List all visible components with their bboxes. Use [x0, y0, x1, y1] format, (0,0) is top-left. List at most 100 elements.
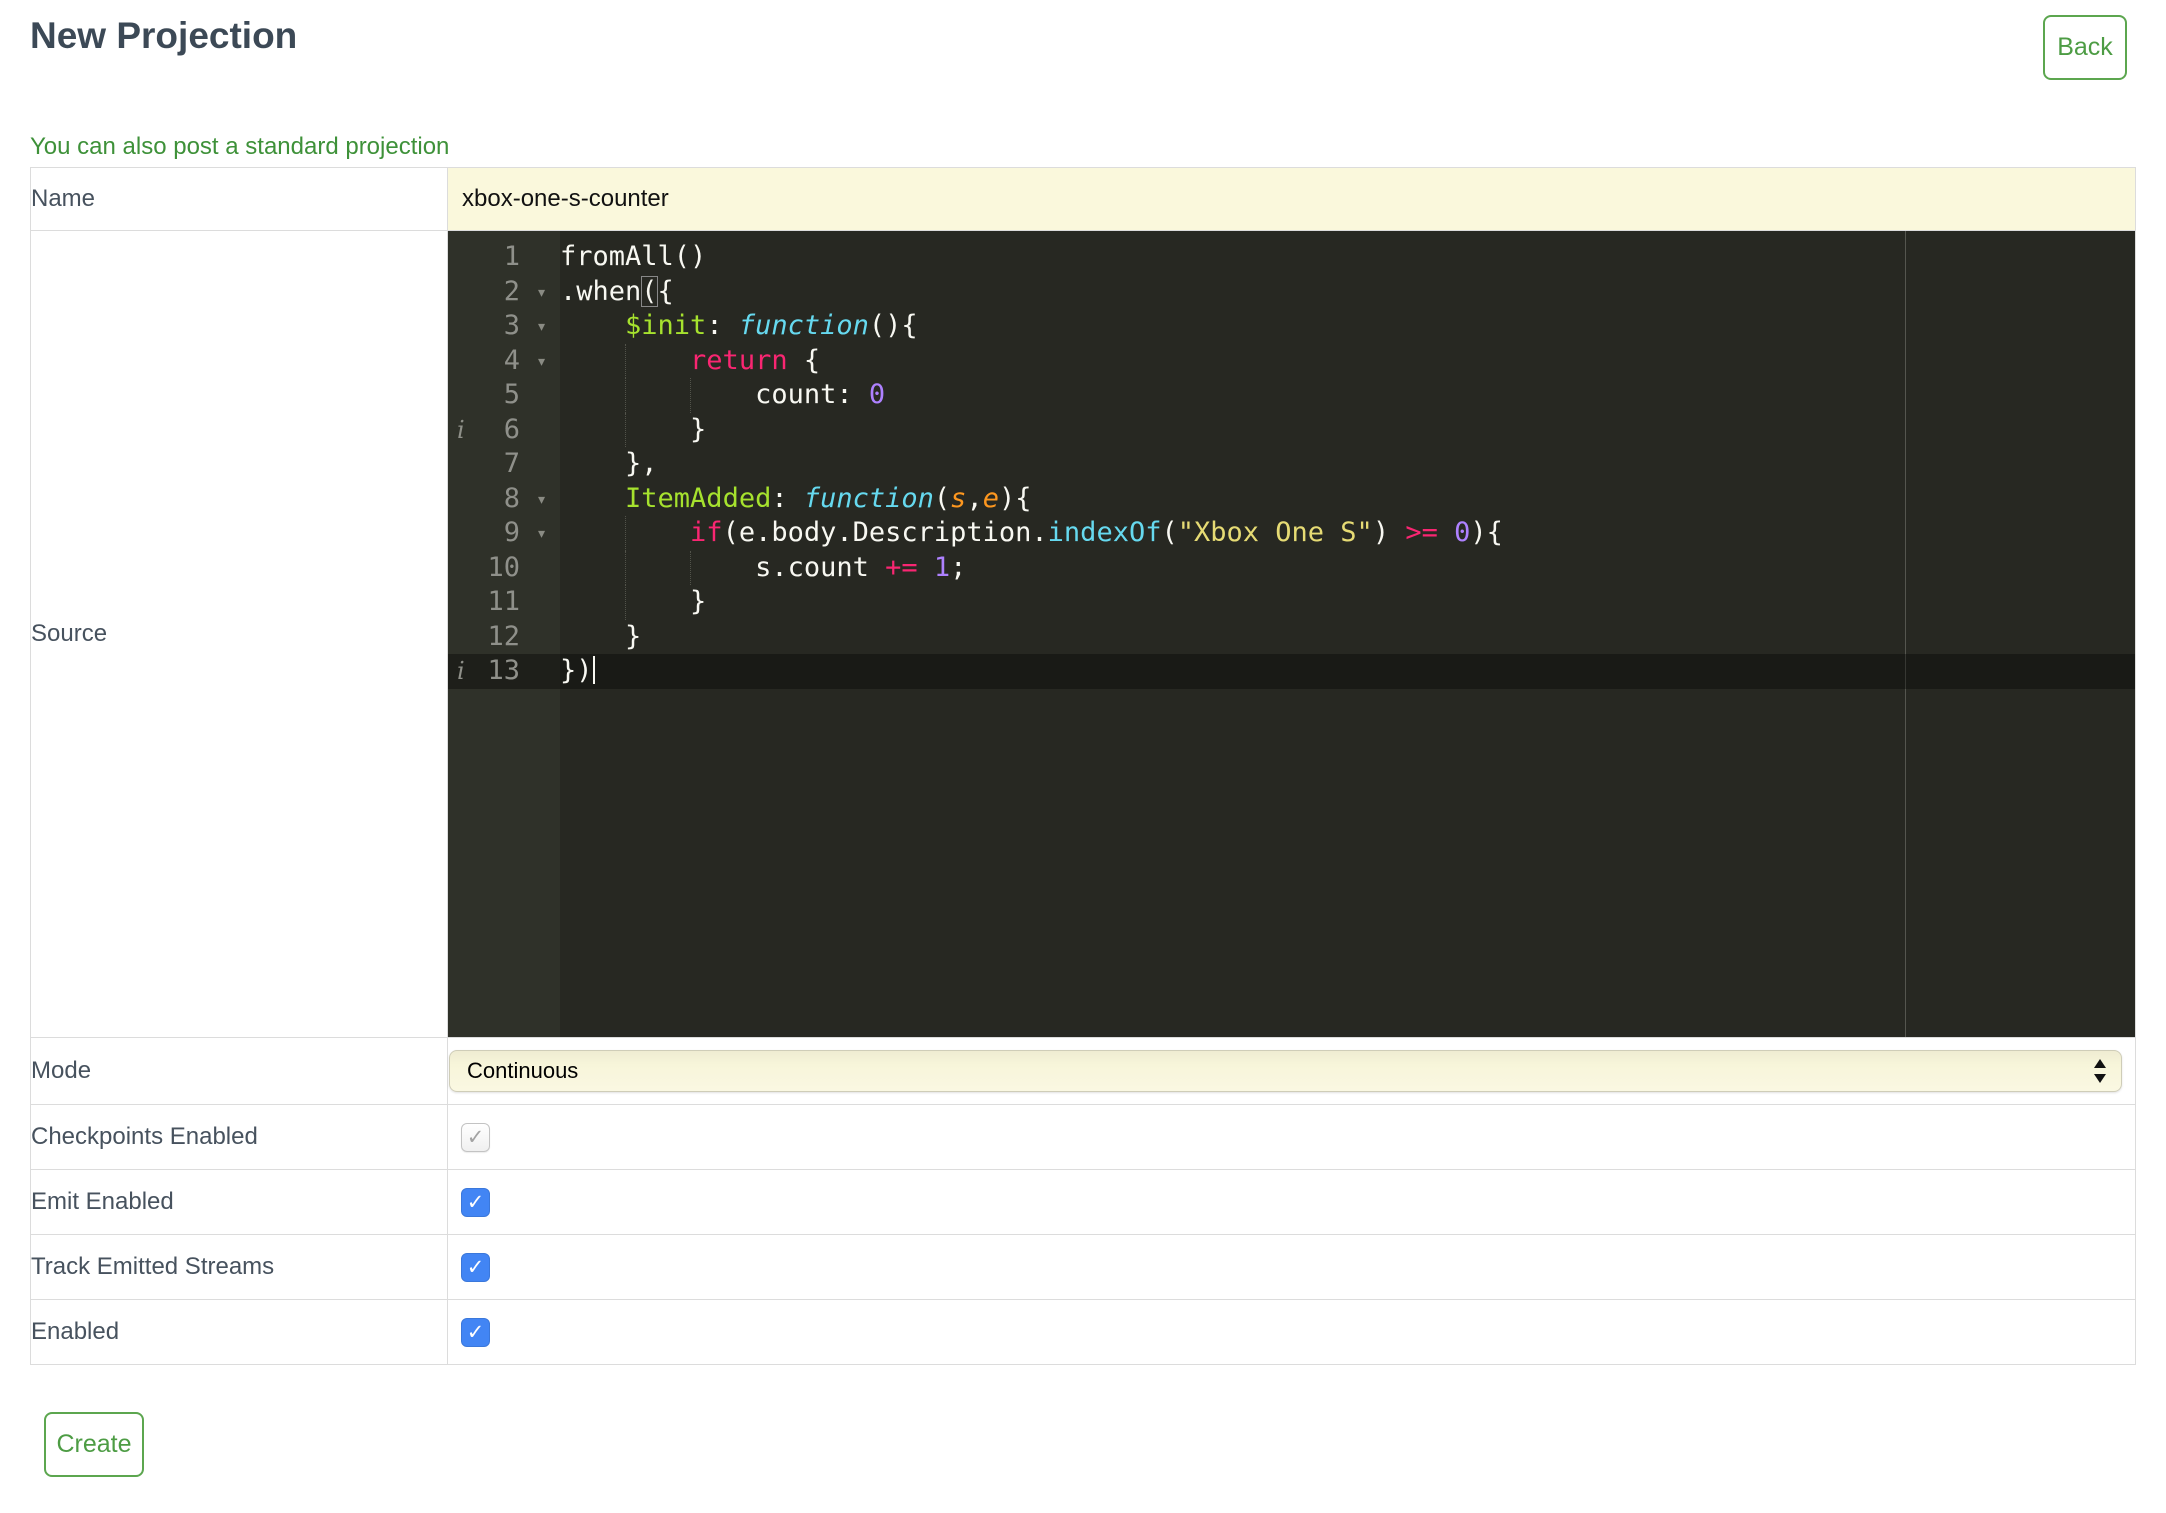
- line-number: 5: [503, 379, 520, 410]
- checkpoints-enabled-label: Checkpoints Enabled: [30, 1104, 448, 1170]
- track-emitted-streams-row: Track Emitted Streams ✓: [30, 1234, 2136, 1300]
- line-number: 1: [503, 241, 520, 272]
- gutter-cell: 5: [448, 378, 560, 413]
- indent-guide: [690, 550, 691, 585]
- editor-code-lines[interactable]: 1 fromAll() 2 ▾ .when({3 ▾ $init: function(){…: [448, 231, 2135, 689]
- fold-arrow-icon[interactable]: ▾: [536, 310, 547, 345]
- indent-guide: [690, 378, 691, 413]
- new-projection-page: New Projection Back You can also post a …: [0, 0, 2166, 1513]
- line-number: 7: [503, 448, 520, 479]
- standard-projection-link[interactable]: You can also post a standard projection: [30, 133, 449, 161]
- emit-enabled-checkbox[interactable]: ✓: [461, 1187, 490, 1217]
- code-line-text: if(e.body.Description.indexOf("Xbox One …: [560, 516, 2135, 551]
- line-number: 11: [487, 586, 520, 617]
- code-line-text: s.count += 1;: [560, 550, 2135, 585]
- fold-arrow-icon[interactable]: ▾: [536, 345, 547, 380]
- indent-guide: [625, 585, 626, 620]
- create-button[interactable]: Create: [44, 1412, 144, 1477]
- editor-line[interactable]: 1 fromAll(): [448, 240, 2135, 275]
- mode-row: Mode Continuous: [30, 1037, 2136, 1105]
- code-line-text: count: 0: [560, 378, 2135, 413]
- indent-guide: [625, 550, 626, 585]
- editor-line[interactable]: 3 ▾ $init: function(){: [448, 309, 2135, 344]
- fold-arrow-icon[interactable]: ▾: [536, 483, 547, 518]
- gutter-cell: 4 ▾: [448, 344, 560, 379]
- source-value-cell: 1 fromAll() 2 ▾ .when({3 ▾ $init: function(){…: [447, 230, 2136, 1038]
- mode-select[interactable]: Continuous: [449, 1050, 2122, 1092]
- enabled-value-cell: ✓: [447, 1299, 2136, 1365]
- checkpoints-enabled-checkbox: ✓: [461, 1122, 490, 1152]
- emit-enabled-label: Emit Enabled: [30, 1169, 448, 1235]
- enabled-label: Enabled: [30, 1299, 448, 1365]
- editor-line[interactable]: 7 },: [448, 447, 2135, 482]
- gutter-cell: i 13: [448, 654, 560, 689]
- editor-line[interactable]: 9 ▾ if(e.body.Description.indexOf("Xbox O…: [448, 516, 2135, 551]
- fold-arrow-icon[interactable]: ▾: [536, 517, 547, 552]
- indent-guide: [625, 378, 626, 413]
- enabled-row: Enabled ✓: [30, 1299, 2136, 1365]
- page-title: New Projection: [30, 15, 298, 56]
- track-emitted-streams-label: Track Emitted Streams: [30, 1234, 448, 1300]
- track-value-cell: ✓: [447, 1234, 2136, 1300]
- line-number: 6: [503, 413, 520, 445]
- line-number: 8: [503, 482, 520, 514]
- editor-line[interactable]: i6 }: [448, 412, 2135, 448]
- editor-line[interactable]: 5 count: 0: [448, 378, 2135, 413]
- select-stepper-icon: [2093, 1059, 2108, 1083]
- line-number: 9: [503, 517, 520, 548]
- name-row: Name: [30, 167, 2136, 231]
- info-annotation-icon: i: [457, 657, 465, 685]
- indent-guide: [625, 516, 626, 551]
- gutter-cell: 9 ▾: [448, 516, 560, 551]
- track-emitted-streams-checkbox[interactable]: ✓: [461, 1252, 490, 1282]
- code-line-text: }): [560, 655, 595, 686]
- checkpoints-row: Checkpoints Enabled ✓: [30, 1104, 2136, 1170]
- name-input[interactable]: [448, 169, 2135, 229]
- emit-value-cell: ✓: [447, 1169, 2136, 1235]
- editor-line[interactable]: 2 ▾ .when({: [448, 275, 2135, 310]
- fold-arrow-icon[interactable]: ▾: [536, 276, 547, 311]
- gutter-cell: 11: [448, 585, 560, 620]
- source-label: Source: [30, 230, 448, 1038]
- name-label: Name: [30, 167, 448, 231]
- code-line-text: .when({: [560, 275, 674, 307]
- editor-line[interactable]: 4 ▾ return {: [448, 343, 2135, 379]
- code-line-text: }: [560, 585, 2135, 620]
- code-line-text: ItemAdded: function(s,e){: [625, 482, 1032, 514]
- line-number: 3: [503, 310, 520, 341]
- enabled-checkbox[interactable]: ✓: [461, 1317, 490, 1347]
- code-line-text: }: [560, 412, 2135, 447]
- editor-line[interactable]: 12 }: [448, 620, 2135, 655]
- mode-value-cell: Continuous: [447, 1037, 2136, 1105]
- gutter-cell: 2 ▾: [448, 275, 560, 310]
- line-number: 10: [487, 551, 520, 583]
- source-row: Source 1 fromAll() 2 ▾ .when({3 ▾ $init: func…: [30, 230, 2136, 1038]
- code-line-text: fromAll(): [560, 241, 707, 272]
- indent-guide: [625, 412, 626, 447]
- editor-line[interactable]: 11 }: [448, 585, 2135, 620]
- info-annotation-icon: i: [457, 415, 465, 444]
- source-code-editor[interactable]: 1 fromAll() 2 ▾ .when({3 ▾ $init: function(){…: [448, 231, 2135, 1037]
- gutter-cell: 12: [448, 620, 560, 655]
- gutter-cell: 1: [448, 240, 560, 275]
- name-value-cell: [447, 167, 2136, 231]
- line-number: 2: [503, 275, 520, 307]
- editor-line[interactable]: i 13}): [448, 654, 2135, 689]
- line-number: 13: [487, 655, 520, 686]
- gutter-cell: 8 ▾: [448, 482, 560, 517]
- indent-guide: [625, 343, 626, 378]
- line-number: 4: [503, 344, 520, 376]
- editor-line[interactable]: 8 ▾ ItemAdded: function(s,e){: [448, 482, 2135, 517]
- projection-form-table: Name Source 1fromAll()2▾.when({3▾ $init:…: [30, 167, 2136, 1365]
- gutter-cell: 7: [448, 447, 560, 482]
- gutter-cell: 3 ▾: [448, 309, 560, 344]
- line-number: 12: [487, 620, 520, 652]
- editor-line[interactable]: 10 s.count += 1;: [448, 550, 2135, 585]
- emit-enabled-row: Emit Enabled ✓: [30, 1169, 2136, 1235]
- checkpoints-value-cell: ✓: [447, 1104, 2136, 1170]
- mode-selected-value: Continuous: [467, 1058, 579, 1083]
- code-line-text: }: [560, 620, 642, 652]
- mode-label: Mode: [30, 1037, 448, 1105]
- gutter-cell: i6: [448, 413, 560, 448]
- back-button[interactable]: Back: [2043, 15, 2127, 80]
